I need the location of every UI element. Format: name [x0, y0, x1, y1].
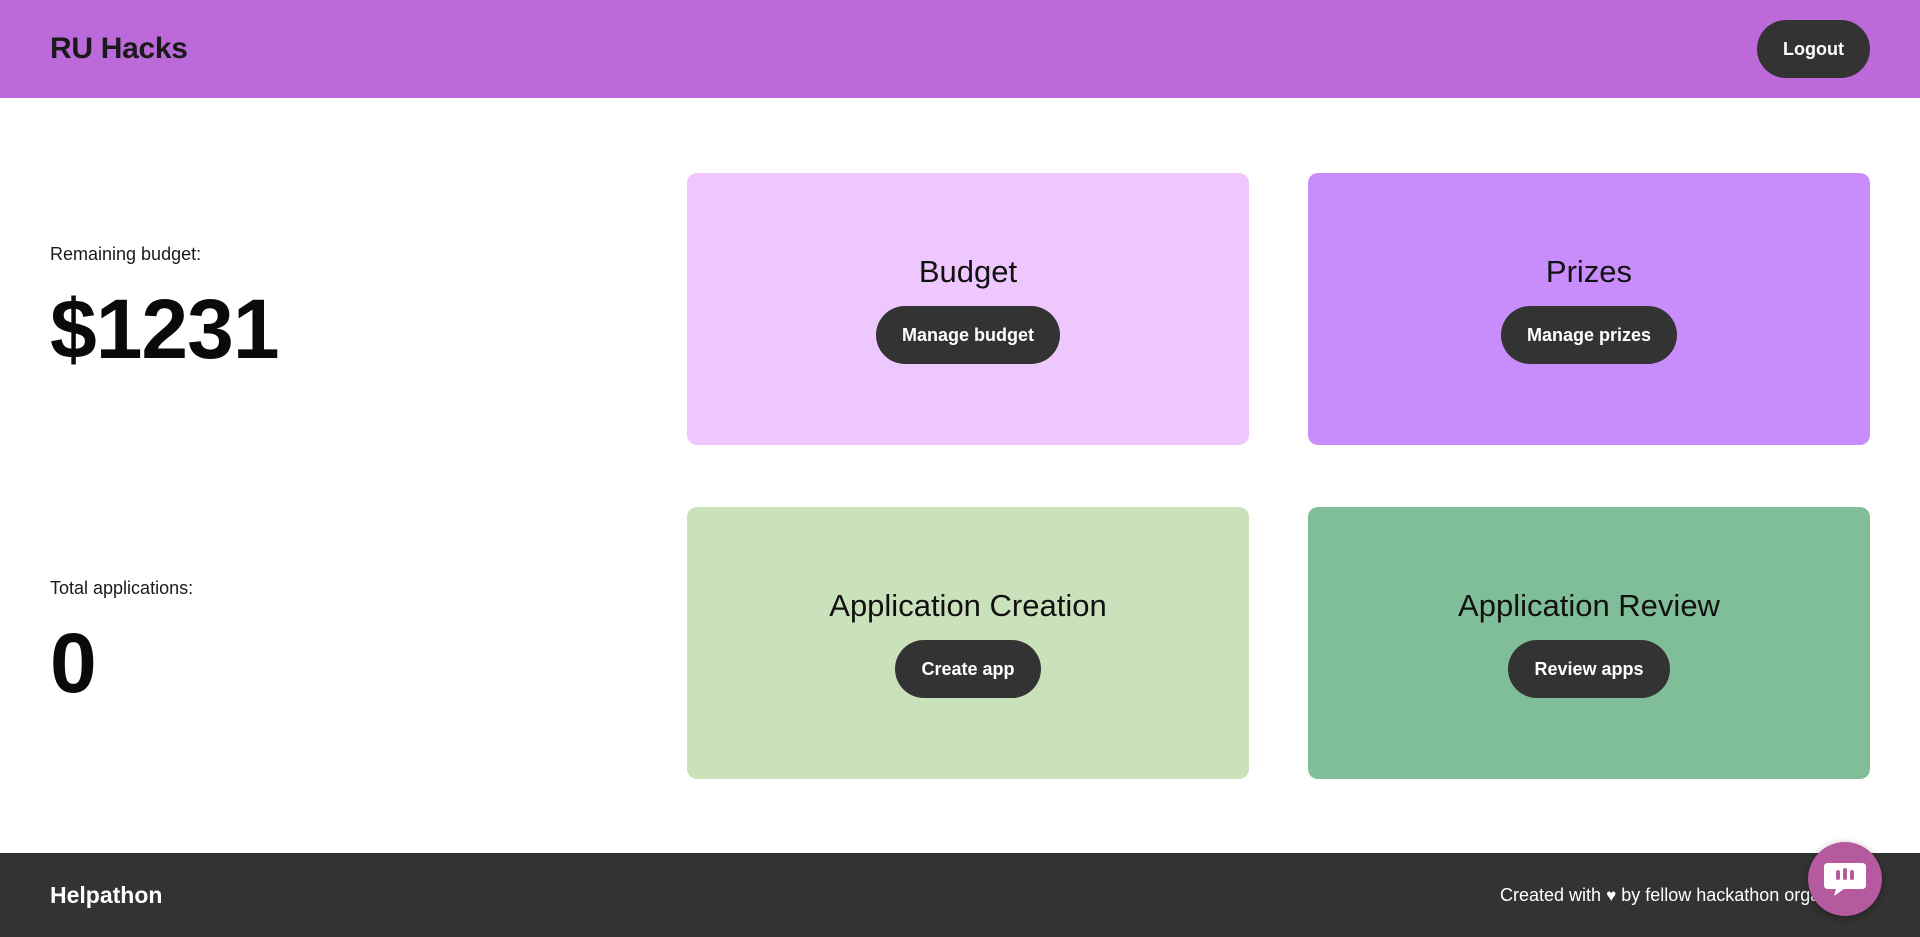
total-applications-label: Total applications:	[50, 578, 194, 598]
app-title: RU Hacks	[50, 32, 188, 65]
footer: Helpathon Created with ♥ by fellow hacka…	[0, 853, 1920, 937]
remaining-budget-label: Remaining budget:	[50, 244, 202, 264]
top-bar: RU Hacks Logout	[0, 0, 1920, 98]
review-apps-button[interactable]: Review apps	[1508, 640, 1670, 698]
application-review-card: Application Review Review apps	[1308, 507, 1870, 779]
prizes-card-title: Prizes	[1545, 254, 1633, 289]
footer-brand: Helpathon	[50, 881, 163, 908]
total-applications-value: 0	[50, 616, 97, 710]
credit-suffix: by fellow hackathon orga	[1621, 884, 1821, 905]
create-app-button[interactable]: Create app	[895, 640, 1041, 698]
credit-prefix: Created with	[1500, 884, 1602, 905]
dashboard: Remaining budget: $1231 Total applicatio…	[0, 98, 1920, 853]
budget-card-title: Budget	[918, 254, 1018, 289]
heart-icon: ♥	[1606, 885, 1617, 905]
manage-budget-button[interactable]: Manage budget	[875, 306, 1060, 364]
total-applications-stat: Total applications: 0	[50, 578, 193, 705]
manage-prizes-button[interactable]: Manage prizes	[1500, 306, 1678, 364]
remaining-budget-value: $1231	[50, 282, 280, 376]
chat-bubble-icon	[1824, 863, 1866, 896]
remaining-budget-stat: Remaining budget: $1231	[50, 244, 280, 376]
application-creation-card: Application Creation Create app	[687, 507, 1249, 779]
prizes-card: Prizes Manage prizes	[1308, 173, 1870, 445]
logout-button[interactable]: Logout	[1757, 20, 1870, 78]
chat-launcher-button[interactable]	[1808, 842, 1882, 916]
application-review-title: Application Review	[1458, 588, 1720, 623]
budget-card: Budget Manage budget	[687, 173, 1249, 445]
application-creation-title: Application Creation	[829, 588, 1107, 623]
footer-credit: Created with ♥ by fellow hackathon orga	[1500, 885, 1846, 906]
